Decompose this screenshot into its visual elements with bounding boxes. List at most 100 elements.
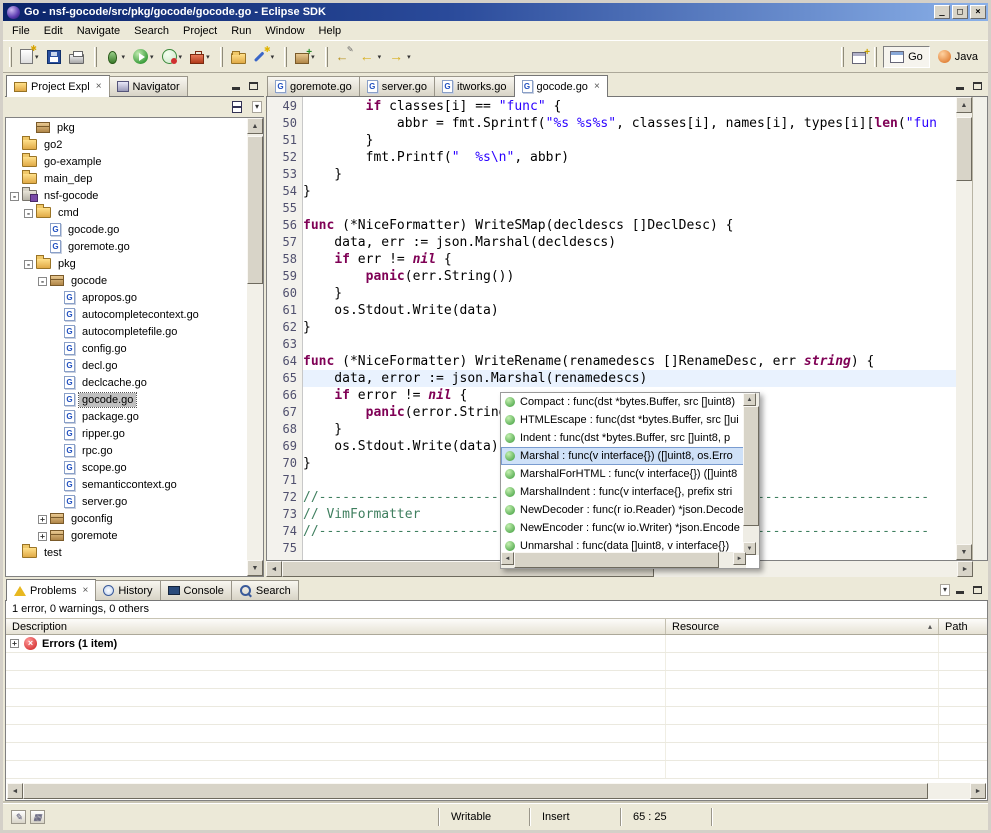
popup-vertical-scrollbar[interactable]: ▲ ▼ <box>743 393 759 555</box>
dropdown-arrow-icon[interactable]: ▾ <box>150 53 154 61</box>
problems-row[interactable]: +×Errors (1 item) <box>6 635 987 653</box>
autocomplete-item[interactable]: Indent : func(dst *bytes.Buffer, src []u… <box>501 429 746 447</box>
code-line-65[interactable]: data, error := json.Marshal(renamedescs) <box>303 370 956 387</box>
code-line-53[interactable]: } <box>303 166 956 183</box>
print-button[interactable] <box>65 45 88 69</box>
scroll-down-button[interactable]: ▼ <box>247 560 263 576</box>
dropdown-arrow-icon[interactable]: ▾ <box>206 53 210 61</box>
code-line-56[interactable]: func (*NiceFormatter) WriteSMap(decldesc… <box>303 217 956 234</box>
autocomplete-item[interactable]: NewEncoder : func(w io.Writer) *json.Enc… <box>501 519 746 537</box>
dropdown-arrow-icon[interactable]: ▾ <box>179 53 183 61</box>
code-line-52[interactable]: fmt.Printf(" %s\n", abbr) <box>303 149 956 166</box>
popup-horizontal-scrollbar[interactable]: ◄ ► <box>501 552 746 568</box>
view-menu-button[interactable]: ▾ <box>252 101 262 113</box>
code-line-62[interactable]: } <box>303 319 956 336</box>
expander-icon[interactable]: - <box>23 207 34 219</box>
autocomplete-item[interactable]: MarshalIndent : func(v interface{}, pref… <box>501 483 746 501</box>
code-line-57[interactable]: data, err := json.Marshal(decldescs) <box>303 234 956 251</box>
tab-history[interactable]: History <box>95 580 160 600</box>
view-menu-button[interactable]: ▾ <box>940 584 950 596</box>
menu-item-search[interactable]: Search <box>127 23 176 39</box>
tab-console[interactable]: Console <box>160 580 232 600</box>
menu-item-navigate[interactable]: Navigate <box>70 23 127 39</box>
tree-item-nsf-gocode[interactable]: -nsf-gocode <box>6 187 247 204</box>
code-line-63[interactable] <box>303 336 956 353</box>
tree-item-decl-go[interactable]: Gdecl.go <box>6 357 247 374</box>
scrollbar-thumb[interactable] <box>247 136 263 284</box>
tree-item-pkg[interactable]: -pkg <box>6 255 247 272</box>
scrollbar-thumb[interactable] <box>956 117 972 181</box>
scroll-down-button[interactable]: ▼ <box>956 544 972 560</box>
scroll-up-button[interactable]: ▲ <box>956 97 972 113</box>
menu-item-help[interactable]: Help <box>312 23 349 39</box>
debug-button[interactable]: ▾ <box>101 45 130 69</box>
tree-item-cmd[interactable]: -cmd <box>6 204 247 221</box>
menu-item-run[interactable]: Run <box>224 23 258 39</box>
code-line-55[interactable] <box>303 200 956 217</box>
perspective-go-button[interactable]: Go <box>883 46 930 68</box>
save-button[interactable] <box>43 45 65 69</box>
minimize-view-button[interactable] <box>951 582 968 598</box>
scroll-up-button[interactable]: ▲ <box>247 118 263 134</box>
menu-item-project[interactable]: Project <box>176 23 224 39</box>
tree-item-rpc-go[interactable]: Grpc.go <box>6 442 247 459</box>
code-line-61[interactable]: os.Stdout.Write(data) <box>303 302 956 319</box>
run-coverage-button[interactable]: ▾ <box>158 45 187 69</box>
scrollbar-thumb[interactable] <box>23 783 928 799</box>
autocomplete-item[interactable]: Compact : func(dst *bytes.Buffer, src []… <box>501 393 746 411</box>
tree-item-package-go[interactable]: Gpackage.go <box>6 408 247 425</box>
open-task-button[interactable] <box>227 45 250 69</box>
scroll-left-button[interactable]: ◄ <box>266 561 282 577</box>
maximize-view-button[interactable] <box>969 78 986 94</box>
back-button[interactable]: ▾ <box>356 45 386 69</box>
collapse-all-button[interactable] <box>227 95 248 119</box>
open-perspective-button[interactable] <box>848 45 870 69</box>
column-header-path[interactable]: Path <box>939 619 987 634</box>
tree-item-pkg[interactable]: pkg <box>6 119 247 136</box>
expander-icon[interactable]: + <box>37 530 48 542</box>
code-line-49[interactable]: if classes[i] == "func" { <box>303 98 956 115</box>
menu-item-window[interactable]: Window <box>258 23 311 39</box>
autocomplete-item[interactable]: MarshalForHTML : func(v interface{}) ([]… <box>501 465 746 483</box>
new-wizard-button[interactable]: ▾ <box>291 45 319 69</box>
tree-item-gocode-go[interactable]: Ggocode.go <box>6 391 247 408</box>
search-menu-button[interactable]: ▾ <box>250 45 279 69</box>
expander-icon[interactable]: - <box>37 275 48 287</box>
close-icon[interactable]: × <box>96 81 102 92</box>
close-window-button[interactable]: × <box>970 5 986 19</box>
perspective-java-button[interactable]: Java <box>932 46 984 68</box>
close-icon[interactable]: × <box>594 81 600 92</box>
tree-item-autocompletefile-go[interactable]: Gautocompletefile.go <box>6 323 247 340</box>
scroll-left-button[interactable]: ◄ <box>501 552 514 565</box>
minimize-view-button[interactable] <box>951 78 968 94</box>
scroll-left-button[interactable]: ◄ <box>7 783 23 799</box>
column-header-description[interactable]: Description <box>6 619 666 634</box>
scrollbar-thumb[interactable] <box>743 406 759 526</box>
tree-item-apropos-go[interactable]: Gapropos.go <box>6 289 247 306</box>
scroll-right-button[interactable]: ► <box>733 552 746 565</box>
maximize-window-button[interactable]: □ <box>952 5 968 19</box>
autocomplete-item[interactable]: HTMLEscape : func(dst *bytes.Buffer, src… <box>501 411 746 429</box>
tree-item-server-go[interactable]: Gserver.go <box>6 493 247 510</box>
scroll-up-button[interactable]: ▲ <box>743 393 756 406</box>
column-header-resource[interactable]: Resource▴ <box>666 619 939 634</box>
tree-item-declcache-go[interactable]: Gdeclcache.go <box>6 374 247 391</box>
external-tools-button[interactable]: ▾ <box>186 45 214 69</box>
code-line-58[interactable]: if err != nil { <box>303 251 956 268</box>
fast-view-icon[interactable]: ✎ <box>11 810 26 824</box>
minimize-window-button[interactable]: _ <box>934 5 950 19</box>
tree-item-go2[interactable]: go2 <box>6 136 247 153</box>
tree-scrollbar[interactable]: ▲ ▼ <box>247 118 263 576</box>
dropdown-arrow-icon[interactable]: ▾ <box>35 53 39 61</box>
tree-item-config-go[interactable]: Gconfig.go <box>6 340 247 357</box>
last-edit-location-button[interactable] <box>332 45 356 69</box>
autocomplete-item[interactable]: NewDecoder : func(r io.Reader) *json.Dec… <box>501 501 746 519</box>
menu-item-edit[interactable]: Edit <box>37 23 70 39</box>
tab-search[interactable]: Search <box>231 580 299 600</box>
run-button[interactable]: ▾ <box>129 45 158 69</box>
tab-goremote-go[interactable]: Ggoremote.go <box>267 76 360 96</box>
tree-item-gocode[interactable]: -gocode <box>6 272 247 289</box>
tree-item-autocompletecontext-go[interactable]: Gautocompletecontext.go <box>6 306 247 323</box>
titlebar[interactable]: Go - nsf-gocode/src/pkg/gocode/gocode.go… <box>3 3 988 21</box>
tree-item-test[interactable]: test <box>6 544 247 561</box>
